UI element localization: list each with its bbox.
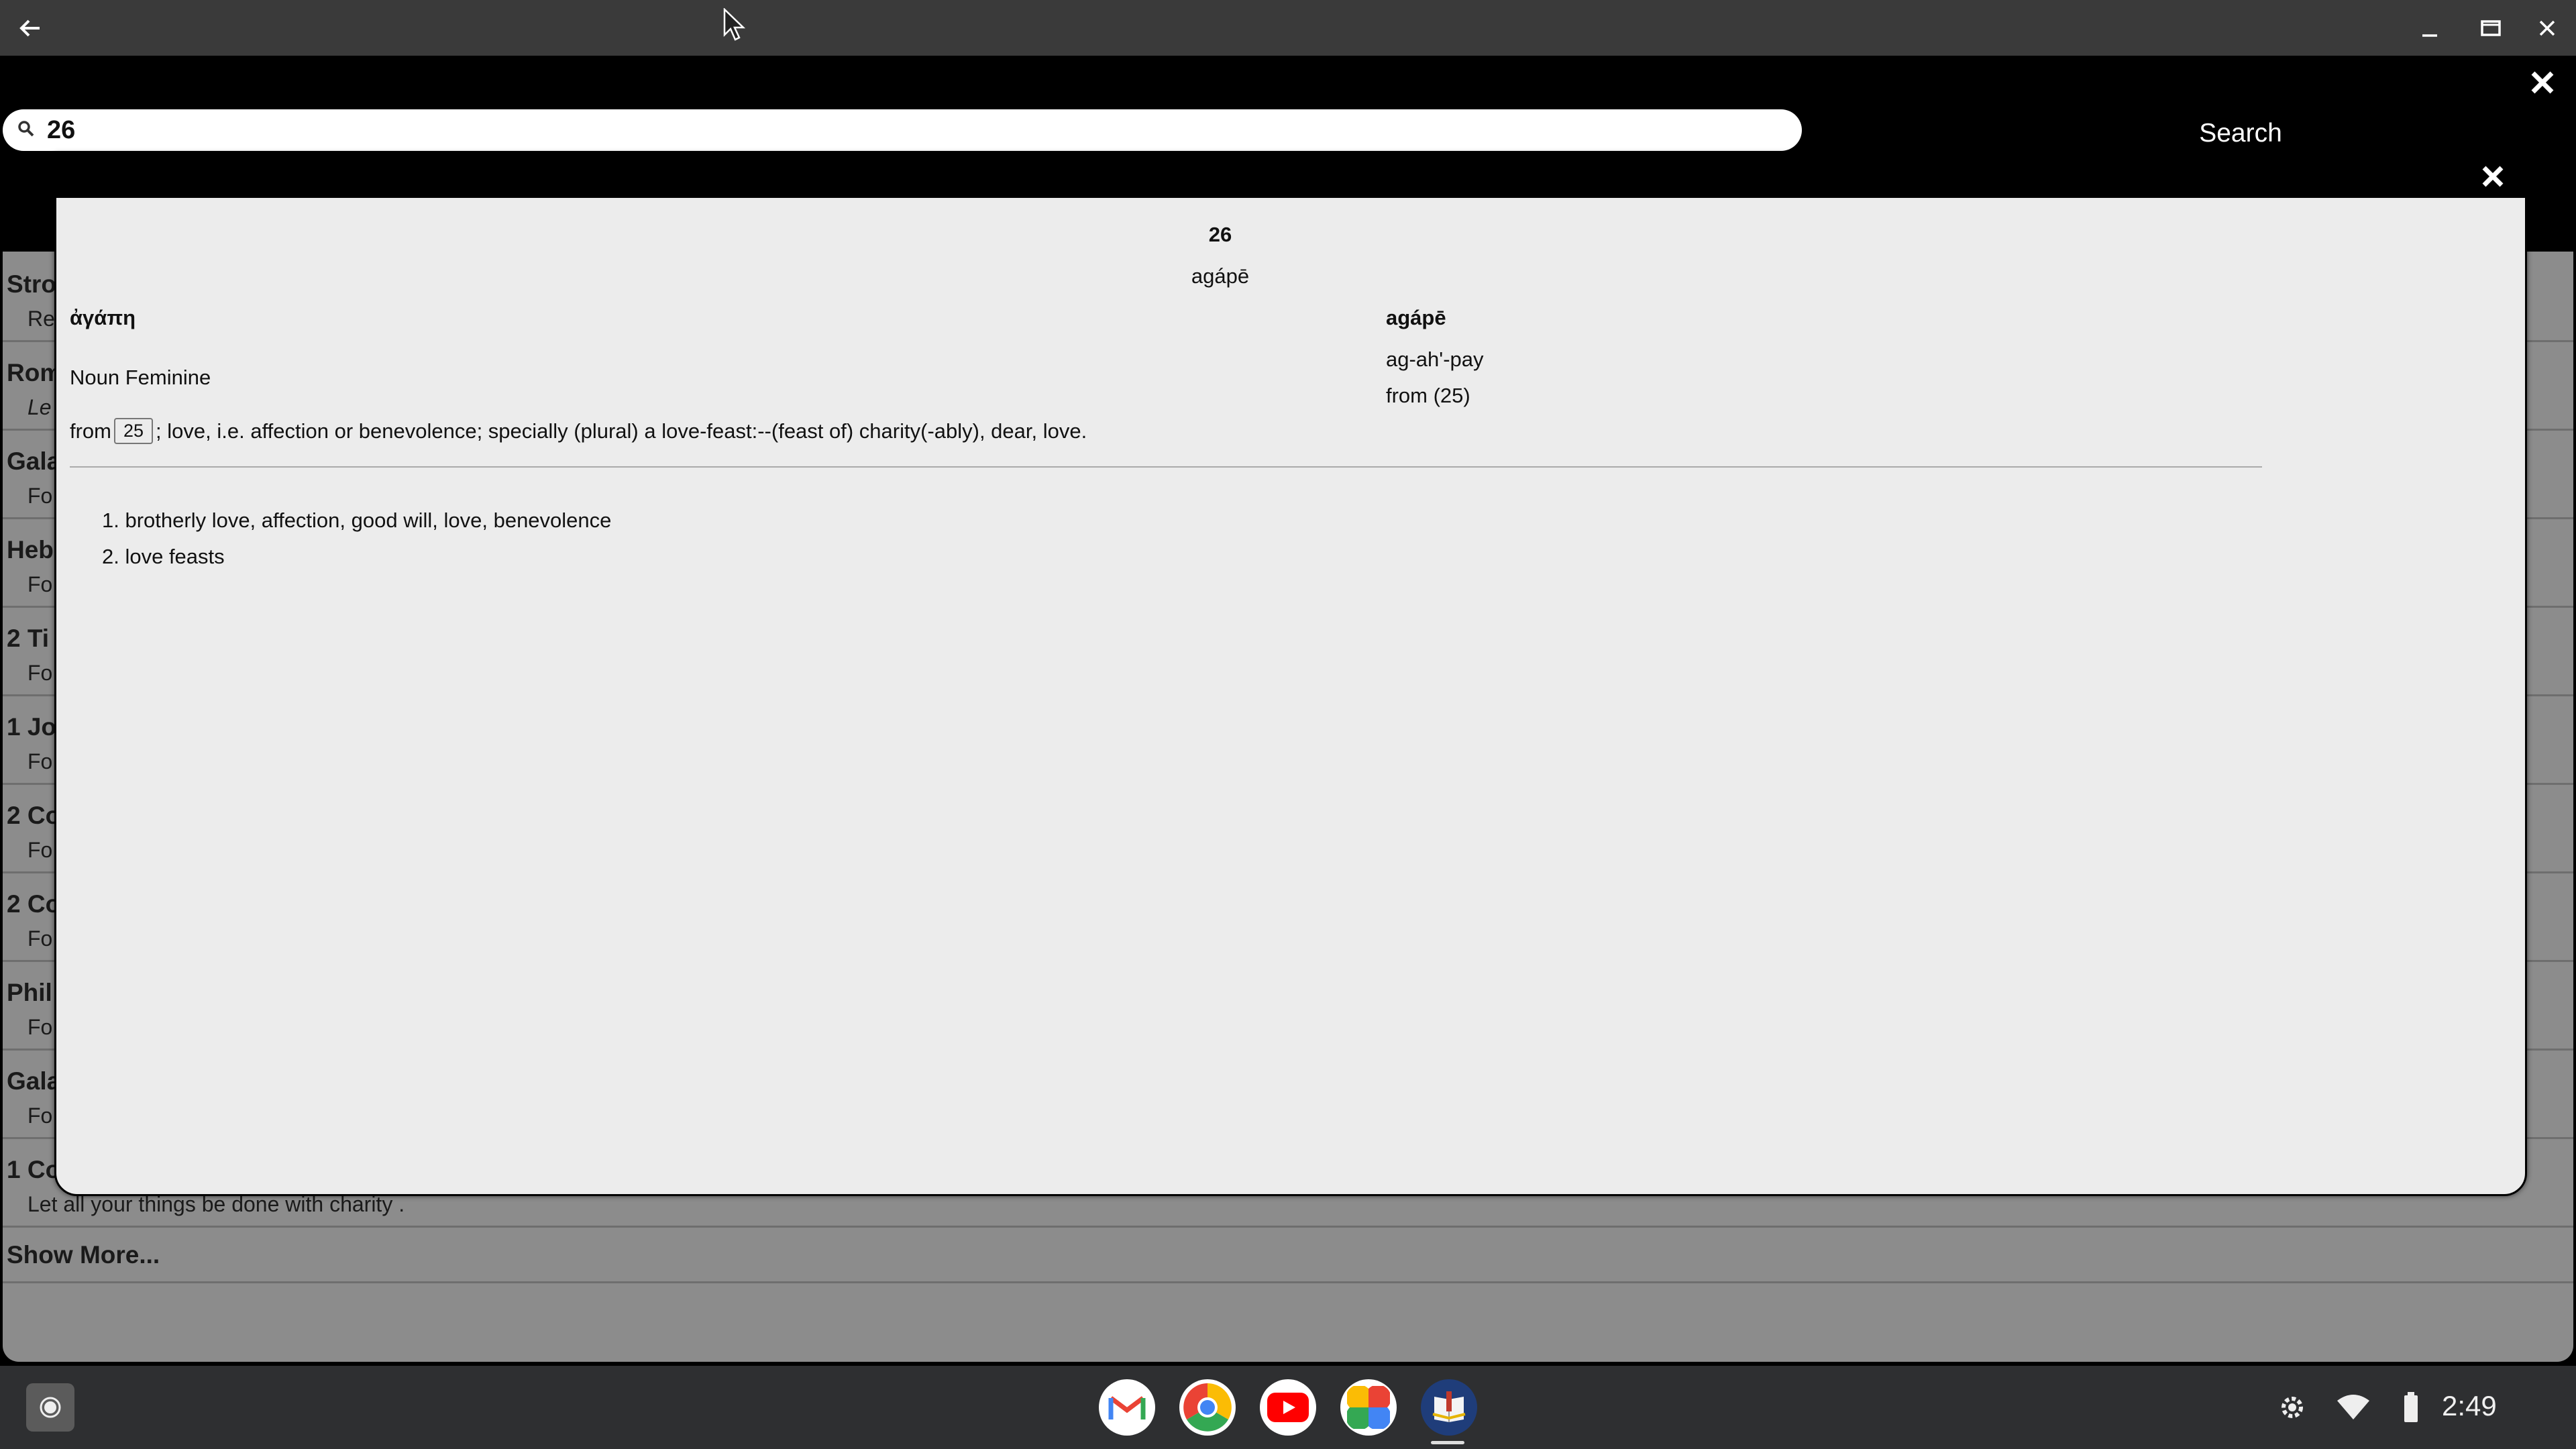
- close-search-icon[interactable]: [2522, 66, 2563, 99]
- result-title: 2 Co: [7, 802, 61, 829]
- list-item: 1. brotherly love, affection, good will,…: [102, 508, 612, 532]
- result-text: Re: [28, 307, 55, 331]
- chrome-icon[interactable]: [1179, 1379, 1236, 1436]
- result-title: 1 Co: [7, 1156, 61, 1183]
- definition-prefix: from: [70, 419, 111, 443]
- pronunciation: ag-ah'-pay: [1386, 347, 1484, 371]
- search-icon: [17, 120, 35, 141]
- photos-icon[interactable]: [1340, 1379, 1397, 1436]
- sense-list: 1. brotherly love, affection, good will,…: [102, 508, 611, 581]
- show-more-link[interactable]: Show More...: [7, 1241, 160, 1269]
- derivation: from (25): [1386, 384, 1470, 407]
- result-text: Fo: [28, 749, 53, 773]
- result-text: Fo: [28, 1104, 53, 1128]
- gmail-icon[interactable]: [1099, 1379, 1155, 1436]
- result-text: Fo: [28, 1015, 53, 1039]
- result-text: Fo: [28, 572, 53, 596]
- launcher-button[interactable]: [26, 1383, 74, 1432]
- youtube-icon[interactable]: [1260, 1379, 1316, 1436]
- result-text: Fo: [28, 838, 53, 862]
- mouse-cursor-icon: [723, 7, 746, 45]
- definition: from 25 ; love, i.e. affection or benevo…: [70, 418, 1087, 444]
- strongs-ref-link[interactable]: 25: [114, 418, 154, 444]
- part-of-speech: Noun Feminine: [70, 366, 211, 389]
- result-title: 2 Co: [7, 890, 61, 918]
- result-title: Gala: [7, 447, 61, 475]
- search-button[interactable]: Search: [2174, 114, 2308, 153]
- battery-icon[interactable]: [2403, 1366, 2419, 1449]
- entry-heading: agápē: [1386, 306, 1446, 329]
- minimize-icon[interactable]: [2400, 0, 2460, 56]
- search-query[interactable]: 26: [47, 116, 75, 145]
- strongs-number: 26: [1208, 223, 1232, 246]
- back-arrow-icon[interactable]: [0, 0, 60, 56]
- result-text: Le: [28, 395, 52, 419]
- close-dialog-icon[interactable]: [2474, 160, 2512, 193]
- divider: [3, 1281, 2573, 1283]
- result-title: Rom: [7, 359, 62, 386]
- list-item: 2. love feasts: [102, 545, 225, 568]
- result-text: Fo: [28, 484, 53, 508]
- greek-word: ἀγάπη: [70, 306, 136, 329]
- taskbar: 2:49: [0, 1366, 2576, 1449]
- lexicon-entry-dialog: 26 agápē ἀγάπη agápē ag-ah'-pay from (25…: [54, 154, 2527, 1196]
- dialog-header: [56, 156, 2525, 198]
- active-app-indicator: [1431, 1441, 1464, 1444]
- maximize-icon[interactable]: [2461, 0, 2521, 56]
- close-window-icon[interactable]: [2517, 0, 2576, 56]
- search-input[interactable]: 26: [3, 109, 1802, 151]
- bible-app-icon[interactable]: [1421, 1379, 1477, 1436]
- result-title: Stro: [7, 270, 56, 298]
- window-titlebar: [0, 0, 2576, 56]
- result-title: Heb: [7, 536, 54, 564]
- result-text: Fo: [28, 926, 53, 951]
- result-title: Gala: [7, 1067, 61, 1095]
- wifi-icon[interactable]: [2336, 1366, 2371, 1449]
- result-title: Phil: [7, 979, 52, 1006]
- clock[interactable]: 2:49: [2442, 1390, 2497, 1422]
- definition-text: ; love, i.e. affection or benevolence; s…: [156, 419, 1087, 443]
- result-title: 2 Ti: [7, 625, 50, 652]
- divider: [70, 466, 2262, 468]
- transliteration: agápē: [1191, 264, 1250, 288]
- result-text: Fo: [28, 661, 53, 685]
- settings-gear-icon[interactable]: [2277, 1366, 2308, 1449]
- result-title: 1 Jo: [7, 713, 57, 741]
